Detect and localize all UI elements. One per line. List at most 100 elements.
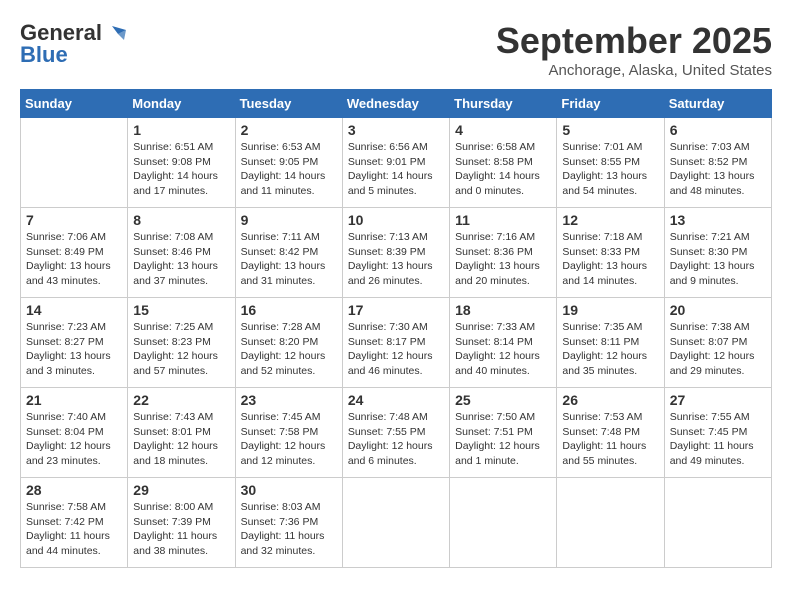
page-header: General Blue September 2025 Anchorage, A… (20, 20, 772, 79)
day-number: 4 (455, 122, 551, 138)
location: Anchorage, Alaska, United States (496, 62, 772, 79)
day-info: Sunrise: 7:35 AM Sunset: 8:11 PM Dayligh… (562, 320, 658, 379)
calendar-cell: 2 Sunrise: 6:53 AM Sunset: 9:05 PM Daylig… (235, 118, 342, 208)
week-row-2: 7 Sunrise: 7:06 AM Sunset: 8:49 PM Daylig… (21, 208, 772, 298)
day-info: Sunrise: 7:08 AM Sunset: 8:46 PM Dayligh… (133, 230, 229, 289)
day-number: 29 (133, 482, 229, 498)
day-info: Sunrise: 7:18 AM Sunset: 8:33 PM Dayligh… (562, 230, 658, 289)
calendar-cell: 19 Sunrise: 7:35 AM Sunset: 8:11 PM Dayli… (557, 298, 664, 388)
week-row-4: 21 Sunrise: 7:40 AM Sunset: 8:04 PM Dayli… (21, 388, 772, 478)
day-info: Sunrise: 7:30 AM Sunset: 8:17 PM Dayligh… (348, 320, 444, 379)
day-info: Sunrise: 6:53 AM Sunset: 9:05 PM Dayligh… (241, 140, 337, 199)
weekday-friday: Friday (557, 90, 664, 118)
day-info: Sunrise: 7:55 AM Sunset: 7:45 PM Dayligh… (670, 410, 766, 469)
calendar-cell: 24 Sunrise: 7:48 AM Sunset: 7:55 PM Dayli… (342, 388, 449, 478)
weekday-sunday: Sunday (21, 90, 128, 118)
day-number: 1 (133, 122, 229, 138)
weekday-wednesday: Wednesday (342, 90, 449, 118)
day-info: Sunrise: 7:01 AM Sunset: 8:55 PM Dayligh… (562, 140, 658, 199)
day-info: Sunrise: 7:21 AM Sunset: 8:30 PM Dayligh… (670, 230, 766, 289)
day-info: Sunrise: 7:43 AM Sunset: 8:01 PM Dayligh… (133, 410, 229, 469)
day-number: 8 (133, 212, 229, 228)
day-number: 9 (241, 212, 337, 228)
month-title: September 2025 (496, 20, 772, 62)
weekday-saturday: Saturday (664, 90, 771, 118)
calendar-cell: 12 Sunrise: 7:18 AM Sunset: 8:33 PM Dayli… (557, 208, 664, 298)
calendar-cell: 21 Sunrise: 7:40 AM Sunset: 8:04 PM Dayli… (21, 388, 128, 478)
calendar-cell: 6 Sunrise: 7:03 AM Sunset: 8:52 PM Daylig… (664, 118, 771, 208)
calendar-cell: 26 Sunrise: 7:53 AM Sunset: 7:48 PM Dayli… (557, 388, 664, 478)
calendar-cell (664, 478, 771, 568)
day-info: Sunrise: 6:51 AM Sunset: 9:08 PM Dayligh… (133, 140, 229, 199)
day-number: 30 (241, 482, 337, 498)
calendar-cell: 22 Sunrise: 7:43 AM Sunset: 8:01 PM Dayli… (128, 388, 235, 478)
day-number: 24 (348, 392, 444, 408)
day-info: Sunrise: 7:23 AM Sunset: 8:27 PM Dayligh… (26, 320, 122, 379)
calendar-cell: 7 Sunrise: 7:06 AM Sunset: 8:49 PM Daylig… (21, 208, 128, 298)
day-number: 25 (455, 392, 551, 408)
day-info: Sunrise: 7:13 AM Sunset: 8:39 PM Dayligh… (348, 230, 444, 289)
logo: General Blue (20, 20, 126, 68)
calendar-cell: 25 Sunrise: 7:50 AM Sunset: 7:51 PM Dayli… (450, 388, 557, 478)
day-info: Sunrise: 7:16 AM Sunset: 8:36 PM Dayligh… (455, 230, 551, 289)
day-number: 6 (670, 122, 766, 138)
day-info: Sunrise: 7:28 AM Sunset: 8:20 PM Dayligh… (241, 320, 337, 379)
day-number: 13 (670, 212, 766, 228)
logo-bird-icon (104, 22, 126, 44)
day-number: 7 (26, 212, 122, 228)
day-info: Sunrise: 7:50 AM Sunset: 7:51 PM Dayligh… (455, 410, 551, 469)
day-number: 28 (26, 482, 122, 498)
calendar-cell: 3Sunrise: 6:56 AM Sunset: 9:01 PM Daylig… (342, 118, 449, 208)
day-number: 19 (562, 302, 658, 318)
day-number: 11 (455, 212, 551, 228)
day-number: 22 (133, 392, 229, 408)
weekday-tuesday: Tuesday (235, 90, 342, 118)
day-info: Sunrise: 7:33 AM Sunset: 8:14 PM Dayligh… (455, 320, 551, 379)
calendar-cell: 16Sunrise: 7:28 AM Sunset: 8:20 PM Dayli… (235, 298, 342, 388)
day-number: 15 (133, 302, 229, 318)
day-number: 3 (348, 122, 444, 138)
calendar-cell: 14 Sunrise: 7:23 AM Sunset: 8:27 PM Dayli… (21, 298, 128, 388)
week-row-1: 1 Sunrise: 6:51 AM Sunset: 9:08 PM Daylig… (21, 118, 772, 208)
day-number: 21 (26, 392, 122, 408)
calendar-table: SundayMondayTuesdayWednesdayThursdayFrid… (20, 89, 772, 568)
calendar-cell: 8 Sunrise: 7:08 AM Sunset: 8:46 PM Daylig… (128, 208, 235, 298)
logo-blue-text: Blue (20, 42, 68, 68)
calendar-cell: 17 Sunrise: 7:30 AM Sunset: 8:17 PM Dayli… (342, 298, 449, 388)
day-number: 12 (562, 212, 658, 228)
calendar-cell: 13 Sunrise: 7:21 AM Sunset: 8:30 PM Dayli… (664, 208, 771, 298)
day-info: Sunrise: 7:40 AM Sunset: 8:04 PM Dayligh… (26, 410, 122, 469)
day-number: 27 (670, 392, 766, 408)
day-info: Sunrise: 7:03 AM Sunset: 8:52 PM Dayligh… (670, 140, 766, 199)
day-number: 26 (562, 392, 658, 408)
day-info: Sunrise: 7:11 AM Sunset: 8:42 PM Dayligh… (241, 230, 337, 289)
day-number: 17 (348, 302, 444, 318)
day-info: Sunrise: 8:03 AM Sunset: 7:36 PM Dayligh… (241, 500, 337, 559)
day-info: Sunrise: 7:58 AM Sunset: 7:42 PM Dayligh… (26, 500, 122, 559)
calendar-cell: 30 Sunrise: 8:03 AM Sunset: 7:36 PM Dayli… (235, 478, 342, 568)
calendar-cell: 15Sunrise: 7:25 AM Sunset: 8:23 PM Dayli… (128, 298, 235, 388)
calendar-cell: 18Sunrise: 7:33 AM Sunset: 8:14 PM Dayli… (450, 298, 557, 388)
day-info: Sunrise: 6:58 AM Sunset: 8:58 PM Dayligh… (455, 140, 551, 199)
week-row-3: 14 Sunrise: 7:23 AM Sunset: 8:27 PM Dayli… (21, 298, 772, 388)
calendar-cell: 11 Sunrise: 7:16 AM Sunset: 8:36 PM Dayli… (450, 208, 557, 298)
day-info: Sunrise: 7:53 AM Sunset: 7:48 PM Dayligh… (562, 410, 658, 469)
calendar-cell (342, 478, 449, 568)
weekday-header-row: SundayMondayTuesdayWednesdayThursdayFrid… (21, 90, 772, 118)
calendar-cell (557, 478, 664, 568)
day-number: 10 (348, 212, 444, 228)
day-number: 5 (562, 122, 658, 138)
day-number: 20 (670, 302, 766, 318)
calendar-cell: 1 Sunrise: 6:51 AM Sunset: 9:08 PM Daylig… (128, 118, 235, 208)
calendar-cell: 5 Sunrise: 7:01 AM Sunset: 8:55 PM Daylig… (557, 118, 664, 208)
weekday-monday: Monday (128, 90, 235, 118)
day-number: 23 (241, 392, 337, 408)
day-number: 2 (241, 122, 337, 138)
week-row-5: 28 Sunrise: 7:58 AM Sunset: 7:42 PM Dayli… (21, 478, 772, 568)
day-info: Sunrise: 7:38 AM Sunset: 8:07 PM Dayligh… (670, 320, 766, 379)
day-number: 14 (26, 302, 122, 318)
day-info: Sunrise: 7:06 AM Sunset: 8:49 PM Dayligh… (26, 230, 122, 289)
calendar-cell: 29 Sunrise: 8:00 AM Sunset: 7:39 PM Dayli… (128, 478, 235, 568)
day-info: Sunrise: 7:48 AM Sunset: 7:55 PM Dayligh… (348, 410, 444, 469)
day-info: Sunrise: 8:00 AM Sunset: 7:39 PM Dayligh… (133, 500, 229, 559)
